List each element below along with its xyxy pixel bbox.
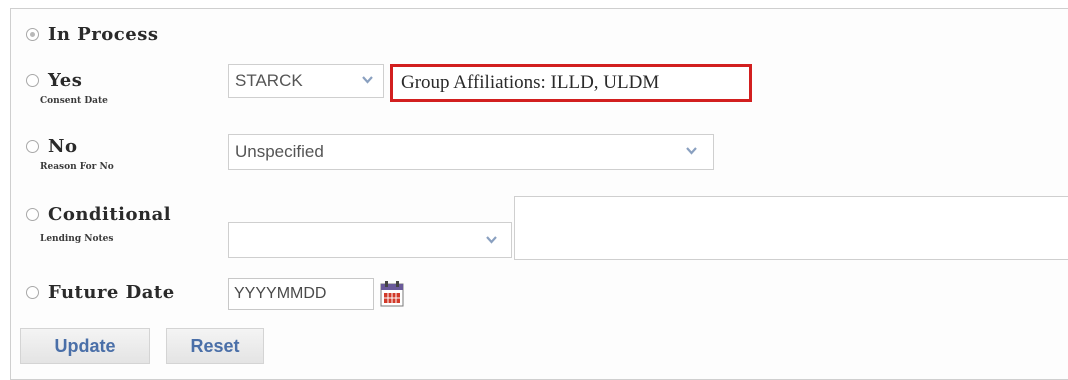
option-conditional[interactable]: Conditional	[26, 204, 171, 225]
reason-for-no-label: Reason For No	[40, 162, 114, 172]
calendar-icon[interactable]	[376, 278, 408, 310]
future-date-input[interactable]: YYYYMMDD	[228, 278, 374, 310]
group-affiliations-box: Group Affiliations: ILLD, ULDM	[390, 64, 752, 102]
conditional-select[interactable]	[228, 222, 512, 258]
future-date-radio[interactable]	[26, 286, 39, 299]
future-date-placeholder: YYYYMMDD	[234, 285, 327, 302]
yes-radio[interactable]	[26, 74, 39, 87]
reset-button[interactable]: Reset	[166, 328, 264, 364]
chevron-down-icon[interactable]	[684, 143, 699, 158]
conditional-label: Conditional	[48, 204, 172, 225]
in-process-radio[interactable]	[26, 28, 39, 41]
group-affiliations-text: Group Affiliations: ILLD, ULDM	[401, 72, 660, 93]
in-process-label: In Process	[48, 24, 159, 45]
consent-date-label: Consent Date	[40, 96, 108, 106]
conditional-radio[interactable]	[26, 208, 39, 221]
no-label: No	[48, 136, 78, 157]
lending-notes-label: Lending Notes	[40, 234, 114, 244]
consent-select-value: STARCK	[235, 71, 303, 90]
option-future-date[interactable]: Future Date	[26, 282, 175, 303]
update-button-label: Update	[54, 335, 116, 356]
yes-label: Yes	[48, 70, 83, 91]
reset-button-label: Reset	[190, 335, 240, 356]
option-yes[interactable]: Yes	[26, 70, 82, 91]
option-in-process[interactable]: In Process	[26, 24, 158, 45]
update-button[interactable]: Update	[20, 328, 150, 364]
chevron-down-icon[interactable]	[484, 232, 499, 247]
chevron-down-icon[interactable]	[360, 72, 375, 87]
no-radio[interactable]	[26, 140, 39, 153]
reason-select-value: Unspecified	[235, 142, 324, 161]
future-date-label: Future Date	[48, 282, 175, 303]
reason-select[interactable]: Unspecified	[228, 134, 714, 170]
option-no[interactable]: No	[26, 136, 77, 157]
lending-notes-textarea[interactable]	[514, 196, 1068, 260]
